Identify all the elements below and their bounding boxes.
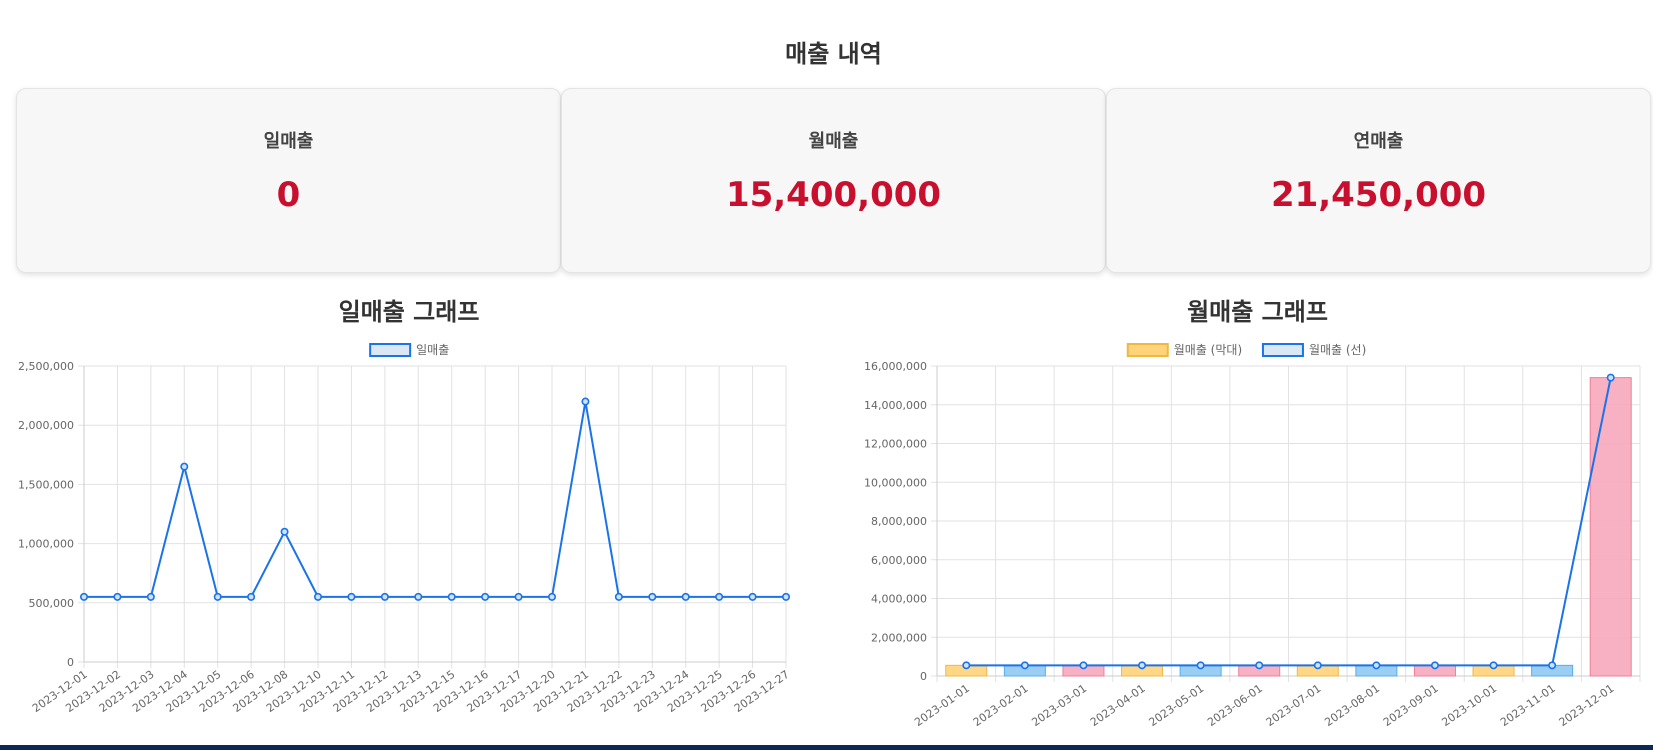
x-tick-label: 2023-08-01 <box>1322 682 1382 729</box>
y-tick-label: 12,000,000 <box>864 438 927 451</box>
data-point <box>1606 373 1615 382</box>
data-point <box>113 592 122 601</box>
bar <box>1589 377 1632 677</box>
x-tick-label: 2023-09-01 <box>1381 682 1441 729</box>
data-point <box>347 592 356 601</box>
y-tick-label: 2,500,000 <box>18 360 74 373</box>
data-point <box>1313 661 1322 670</box>
legend-label: 월매출 (선) <box>1309 343 1366 357</box>
legend-label: 월매출 (막대) <box>1174 343 1242 357</box>
x-tick-label: 2023-01-01 <box>912 682 972 729</box>
data-point <box>481 592 490 601</box>
data-point <box>414 592 423 601</box>
x-tick-label: 2023-11-01 <box>1498 682 1558 729</box>
x-tick-label: 2023-02-01 <box>971 682 1031 729</box>
data-point <box>581 397 590 406</box>
y-tick-label: 1,000,000 <box>18 538 74 551</box>
y-tick-label: 10,000,000 <box>864 476 927 489</box>
y-tick-label: 0 <box>67 656 74 669</box>
data-point <box>648 592 657 601</box>
data-point <box>514 592 523 601</box>
data-point <box>447 592 456 601</box>
legend-swatch <box>1126 343 1169 357</box>
x-tick-label: 2023-04-01 <box>1088 682 1148 729</box>
data-point <box>280 527 289 536</box>
data-point <box>146 592 155 601</box>
footer-bar <box>0 745 1653 750</box>
series-line <box>84 401 786 598</box>
y-tick-label: 2,000,000 <box>18 419 74 432</box>
data-point <box>1138 661 1147 670</box>
data-point <box>1079 661 1088 670</box>
x-tick-label: 2023-03-01 <box>1029 682 1089 729</box>
y-tick-label: 0 <box>920 670 927 683</box>
data-point <box>715 592 724 601</box>
legend-label: 일매출 <box>416 343 449 357</box>
data-point <box>748 592 757 601</box>
legend-swatch <box>1261 343 1304 357</box>
x-tick-label: 2023-07-01 <box>1264 682 1324 729</box>
data-point <box>1489 661 1498 670</box>
x-tick-label: 2023-06-01 <box>1205 682 1265 729</box>
y-tick-label: 8,000,000 <box>871 515 927 528</box>
data-point <box>781 592 790 601</box>
data-point <box>380 592 389 601</box>
data-point <box>681 592 690 601</box>
data-point <box>1020 661 1029 670</box>
data-point <box>1548 661 1557 670</box>
data-point <box>213 592 222 601</box>
x-tick-label: 2023-12-01 <box>1557 682 1617 729</box>
data-point <box>614 592 623 601</box>
data-point <box>80 592 89 601</box>
data-point <box>313 592 322 601</box>
data-point <box>180 462 189 471</box>
y-tick-label: 14,000,000 <box>864 399 927 412</box>
data-point <box>1372 661 1381 670</box>
y-tick-label: 1,500,000 <box>18 478 74 491</box>
y-tick-label: 4,000,000 <box>871 593 927 606</box>
x-tick-label: 2023-10-01 <box>1439 682 1499 729</box>
data-point <box>962 661 971 670</box>
y-tick-label: 2,000,000 <box>871 631 927 644</box>
data-point <box>1430 661 1439 670</box>
data-point <box>1196 661 1205 670</box>
data-point <box>247 592 256 601</box>
legend-swatch <box>369 343 412 357</box>
y-tick-label: 500,000 <box>29 597 75 610</box>
data-point <box>547 592 556 601</box>
charts-canvas: 2,500,000 2,000,000 1,500,000 1,000,000 500,… <box>18 343 1641 729</box>
x-tick-label: 2023-05-01 <box>1147 682 1207 729</box>
y-tick-label: 16,000,000 <box>864 360 927 373</box>
data-point <box>1255 661 1264 670</box>
y-tick-label: 6,000,000 <box>871 554 927 567</box>
